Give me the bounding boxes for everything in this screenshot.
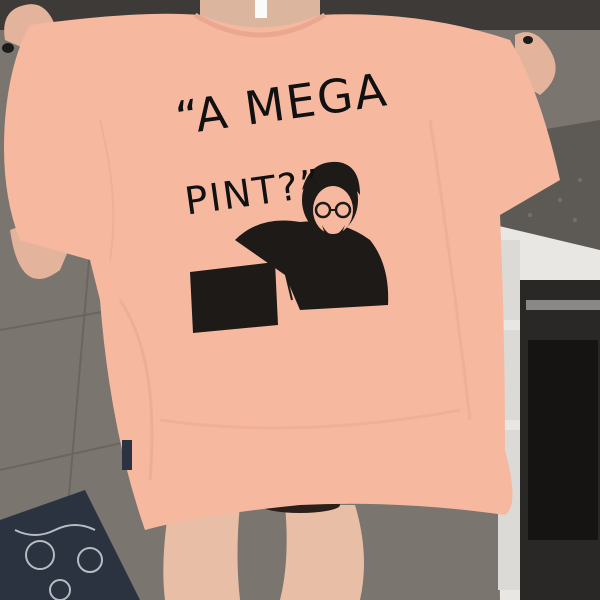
photo-scene: “A MEGA PINT?” [0,0,600,600]
right-leg [280,505,364,600]
